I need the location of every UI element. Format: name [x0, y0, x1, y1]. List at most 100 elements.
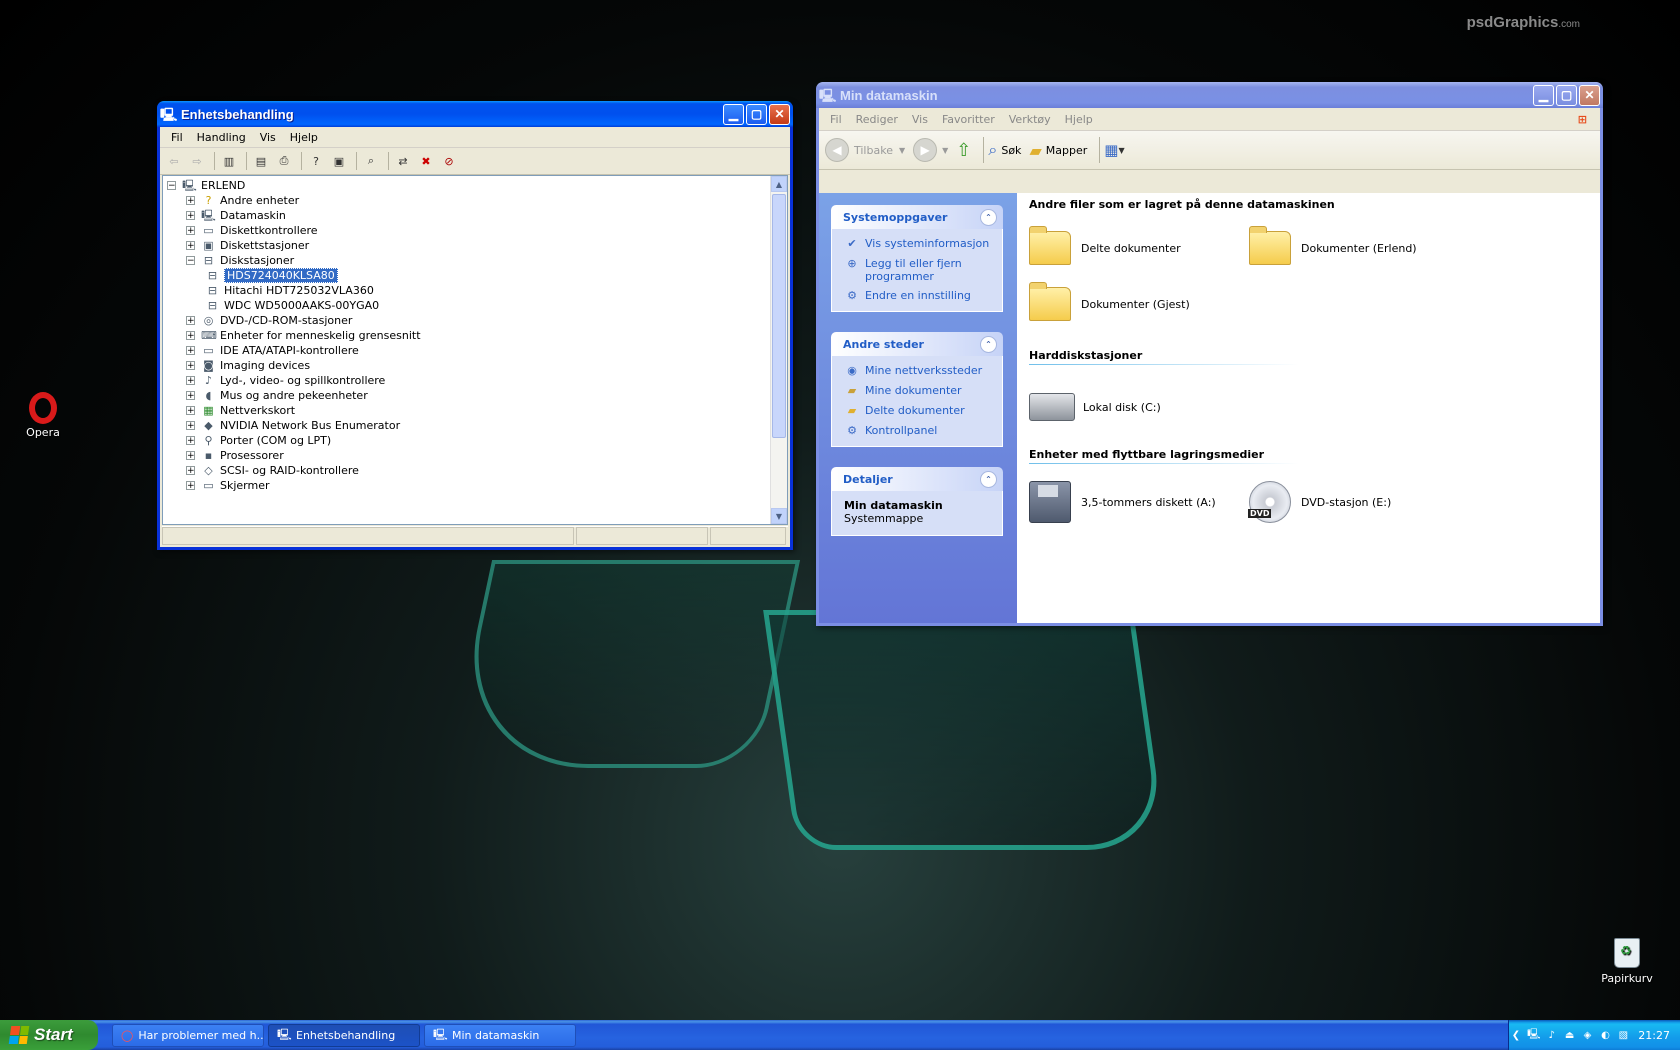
close-button[interactable]: ✕	[1579, 84, 1600, 106]
folder-item[interactable]: Delte dokumenter	[1029, 226, 1181, 265]
tree-node[interactable]: + ▦ Nettverkskort	[186, 403, 787, 418]
taskbar-button-my-computer[interactable]: 🖳 Min datamaskin	[424, 1023, 576, 1047]
dropdown-arrow-icon[interactable]: ▼	[942, 146, 948, 155]
expand-icon[interactable]: +	[186, 196, 195, 206]
menu-fil[interactable]: Fil	[164, 129, 190, 146]
tree-leaf[interactable]: ⊟ Hitachi HDT725032VLA360	[205, 283, 787, 298]
tree-node[interactable]: + ⚲ Porter (COM og LPT)	[186, 433, 787, 448]
expand-icon[interactable]: +	[186, 436, 195, 446]
content-pane[interactable]: Andre filer som er lagret på denne datam…	[1017, 193, 1600, 623]
tree-node[interactable]: + ▭ IDE ATA/ATAPI-kontrollere	[186, 343, 787, 358]
menu-verktoy[interactable]: Verktøy	[1002, 111, 1058, 128]
tree-view-icon[interactable]: ▥	[219, 152, 239, 170]
close-button[interactable]: ✕	[769, 103, 790, 125]
expand-icon[interactable]: +	[186, 466, 195, 476]
tree-node[interactable]: + ▭ Diskettkontrollere	[186, 223, 787, 238]
forward-arrow-icon[interactable]: ⇨	[187, 152, 207, 170]
collapse-chevron-icon[interactable]: ⌃	[980, 209, 997, 226]
folder-item[interactable]: Dokumenter (Erlend)	[1249, 226, 1417, 265]
update-driver-icon[interactable]: ⇄	[393, 152, 413, 170]
tree-node[interactable]: + ▣ Diskettstasjoner	[186, 238, 787, 253]
drive-item[interactable]: DVD DVD-stasjon (E:)	[1248, 481, 1391, 523]
expand-icon[interactable]: +	[186, 391, 195, 401]
menu-hjelp[interactable]: Hjelp	[283, 129, 325, 146]
search-button[interactable]: ⌕ Søk	[988, 140, 1021, 160]
volume-icon[interactable]: ♪	[1545, 1030, 1559, 1041]
expand-icon[interactable]: +	[186, 406, 195, 416]
dropdown-arrow-icon[interactable]: ▼	[899, 146, 905, 155]
tree-node[interactable]: + ◆ NVIDIA Network Bus Enumerator	[186, 418, 787, 433]
tree-node[interactable]: + ▭ Skjermer	[186, 478, 787, 493]
scan-hardware-icon[interactable]: ⌕	[361, 152, 381, 170]
tree-node[interactable]: + ♪ Lyd-, video- og spillkontrollere	[186, 373, 787, 388]
place-link[interactable]: ▰ Mine dokumenter	[844, 384, 992, 398]
tree-node[interactable]: + ◖ Mus og andre pekeenheter	[186, 388, 787, 403]
expand-icon[interactable]: +	[186, 316, 195, 326]
view-icon[interactable]: ▣	[329, 152, 349, 170]
expand-icon[interactable]: +	[186, 451, 195, 461]
drive-item[interactable]: 3,5-tommers diskett (A:)	[1029, 481, 1216, 523]
update-icon[interactable]: ▧	[1616, 1030, 1630, 1041]
panel-header[interactable]: Systemoppgaver ⌃	[831, 205, 1003, 229]
expand-icon[interactable]: +	[186, 226, 195, 236]
expand-icon[interactable]: +	[186, 346, 195, 356]
tree-node[interactable]: + 🖳 Datamaskin	[186, 208, 787, 223]
tree-node[interactable]: + ◇ SCSI- og RAID-kontrollere	[186, 463, 787, 478]
scroll-down-icon[interactable]: ▼	[771, 508, 787, 524]
minimize-button[interactable]: ▁	[723, 103, 744, 125]
tree-leaf-selected[interactable]: ⊟ HDS724040KLSA80	[205, 268, 787, 283]
folders-button[interactable]: ▰ Mapper	[1029, 141, 1087, 160]
security-shield-icon[interactable]: ◈	[1581, 1030, 1595, 1041]
tree-node[interactable]: + ⌨ Enheter for menneskelig grensesnitt	[186, 328, 787, 343]
uninstall-icon[interactable]: ✖	[416, 152, 436, 170]
back-arrow-icon[interactable]: ⇦	[164, 152, 184, 170]
task-link[interactable]: ⊕ Legg til eller fjern programmer	[844, 257, 992, 283]
folder-item[interactable]: Dokumenter (Gjest)	[1029, 282, 1190, 321]
help-icon[interactable]: ?	[306, 152, 326, 170]
place-link[interactable]: ▰ Delte dokumenter	[844, 404, 992, 418]
collapse-chevron-icon[interactable]: ⌃	[980, 471, 997, 488]
tree-root[interactable]: − 🖳 ERLEND	[167, 178, 787, 193]
device-tree[interactable]: − 🖳 ERLEND +? Andre enheter + 🖳 Datamaskin …	[162, 175, 788, 525]
collapse-icon[interactable]: −	[186, 256, 195, 266]
menu-vis[interactable]: Vis	[253, 129, 283, 146]
tree-node[interactable]: + ▪ Prosessorer	[186, 448, 787, 463]
drive-item[interactable]: Lokal disk (C:)	[1029, 393, 1161, 421]
menu-hjelp[interactable]: Hjelp	[1058, 111, 1100, 128]
clock[interactable]: 21:27	[1638, 1029, 1670, 1042]
desktop-icon-opera[interactable]: Opera	[8, 392, 78, 439]
place-link[interactable]: ◉ Mine nettverkssteder	[844, 364, 992, 378]
desktop-icon-recycle-bin[interactable]: Papirkurv	[1592, 938, 1662, 985]
disable-icon[interactable]: ⊘	[439, 152, 459, 170]
expand-icon[interactable]: +	[186, 361, 195, 371]
scroll-up-icon[interactable]: ▲	[771, 176, 787, 192]
place-link[interactable]: ⚙ Kontrollpanel	[844, 424, 992, 438]
maximize-button[interactable]: ▢	[746, 103, 767, 125]
properties-icon[interactable]: ▤	[251, 152, 271, 170]
tree-node[interactable]: − ⊟ Diskstasjoner	[186, 253, 787, 268]
menu-rediger[interactable]: Rediger	[849, 111, 905, 128]
task-link[interactable]: ✔ Vis systeminformasjon	[844, 237, 992, 251]
menu-vis[interactable]: Vis	[905, 111, 935, 128]
minimize-button[interactable]: ▁	[1533, 84, 1554, 106]
tree-leaf[interactable]: ⊟ WDC WD5000AAKS-00YGA0	[205, 298, 787, 313]
tree-node[interactable]: + ◙ Imaging devices	[186, 358, 787, 373]
expand-icon[interactable]: +	[186, 331, 195, 341]
collapse-icon[interactable]: −	[167, 181, 176, 191]
task-link[interactable]: ⚙ Endre en innstilling	[844, 289, 992, 303]
expand-icon[interactable]: +	[186, 211, 195, 221]
expand-icon[interactable]: +	[186, 241, 195, 251]
menu-fil[interactable]: Fil	[823, 111, 849, 128]
expand-icon[interactable]: +	[186, 421, 195, 431]
expand-icon[interactable]: +	[186, 376, 195, 386]
expand-icon[interactable]: +	[186, 481, 195, 491]
antivirus-icon[interactable]: ◐	[1598, 1030, 1612, 1041]
vertical-scrollbar[interactable]: ▲ ▼	[770, 176, 787, 524]
taskbar-button-device-manager[interactable]: 🖳 Enhetsbehandling	[268, 1023, 420, 1047]
collapse-chevron-icon[interactable]: ⌃	[980, 336, 997, 353]
tray-expand-icon[interactable]: ❮	[1509, 1030, 1523, 1041]
menu-favoritter[interactable]: Favoritter	[935, 111, 1002, 128]
forward-button[interactable]: ▶ ▼	[913, 138, 948, 162]
taskbar-button-opera[interactable]: ◯ Har problemer med h...	[112, 1023, 264, 1047]
scroll-thumb[interactable]	[772, 194, 786, 438]
